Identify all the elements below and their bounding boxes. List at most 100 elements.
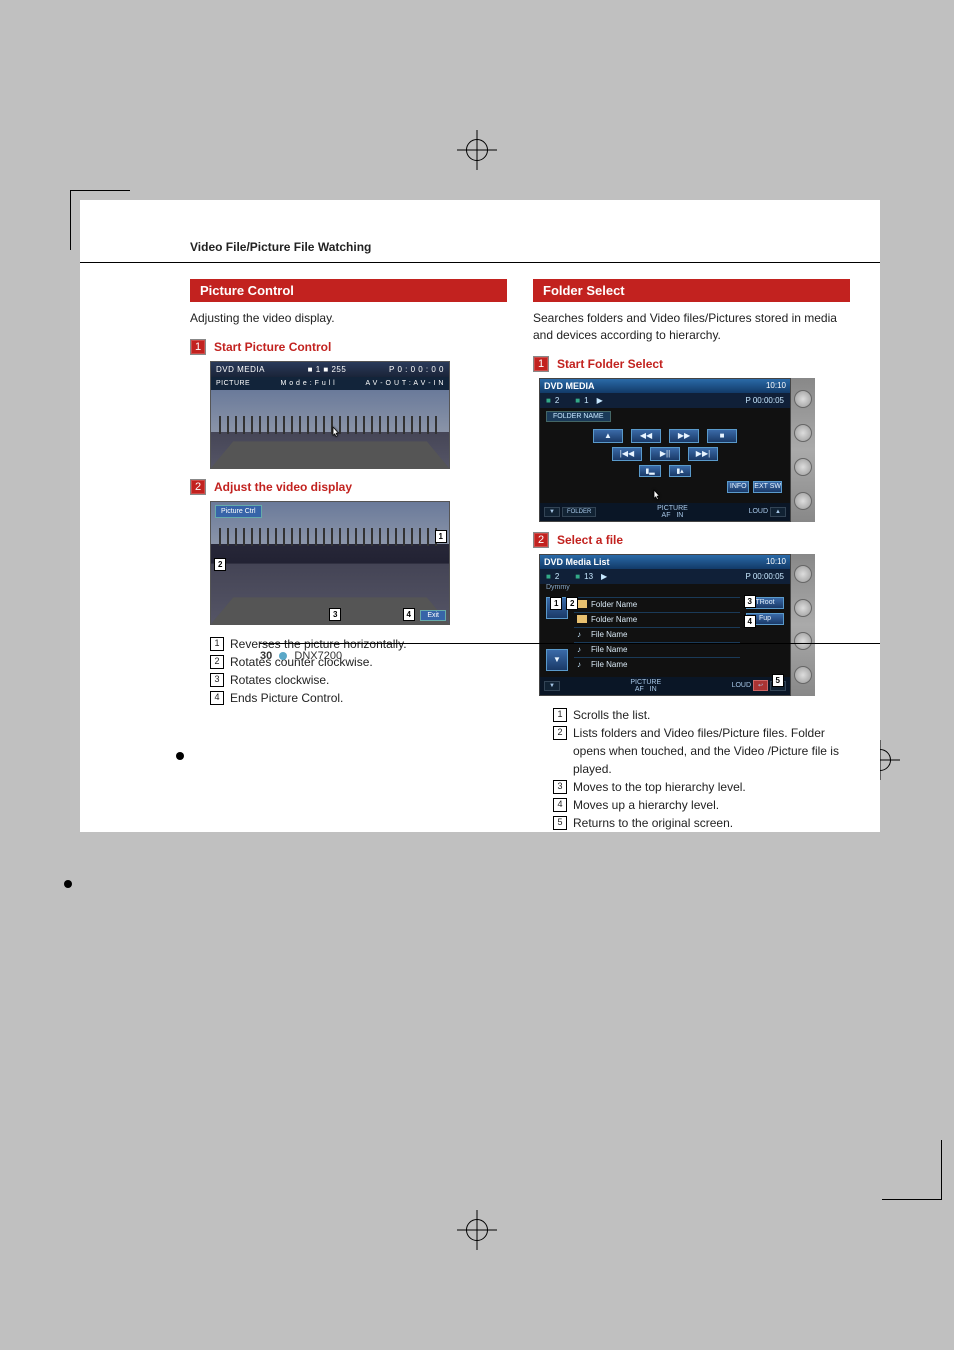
status-time: P 00:00:05 [745,572,784,581]
section-breadcrumb: Video File/Picture File Watching [80,200,880,263]
step-1-right: 1 Start Folder Select [533,356,850,372]
bottom-strip: ▼ PICTURE AF IN LOUD ↩ ▲ [540,677,790,695]
callout-3: 3 [744,595,756,608]
status-b: 1 [584,396,588,405]
osd-mode: M o d e : F u l l [280,380,335,387]
osd-sub-bar: PICTURE M o d e : F u l l A V - O U T : … [211,377,449,390]
clock: 10:10 [766,557,786,566]
side-knob-1[interactable] [794,565,812,583]
legend-num: 3 [210,673,224,687]
exit-button[interactable]: Exit [420,610,446,621]
af-label: AF [662,512,671,519]
picture-ctrl-tab[interactable]: Picture Ctrl [215,505,262,518]
callout-5: 5 [772,674,784,687]
step-label-1: Start Picture Control [214,340,331,354]
prev-track-button[interactable]: |◀◀ [612,447,642,461]
clock: 10:10 [766,381,786,390]
screenshot-adjust-video: Picture Ctrl 2 1 3 4 Exit [210,501,450,625]
nav-down-icon[interactable]: ▼ [544,507,560,517]
screenshot-select-file: DVD Media List 10:10 ■2 ■13 ▶ P 00:00:05… [539,554,815,696]
legend-right: 1Scrolls the list. 2Lists folders and Vi… [533,706,850,832]
step-number-1: 1 [190,339,206,355]
af-label: AF [635,686,644,693]
list-item[interactable]: Folder Name [574,597,740,611]
page: Video File/Picture File Watching Picture… [80,200,880,832]
legend-text: Scrolls the list. [573,706,650,724]
dymmy-label: Dymmy [540,584,790,593]
osd-meta-right: P 0 : 0 0 : 0 0 [389,365,444,374]
osd-picture-label: PICTURE [216,380,250,387]
bullet-dot [176,752,184,760]
side-knob-2[interactable] [794,599,812,617]
folder-chip[interactable]: FOLDER [562,507,596,517]
osd-top-bar: DVD MEDIA ■ 1 ■ 255 P 0 : 0 0 : 0 0 [211,362,449,377]
callout-2: 2 [566,597,578,610]
bottom-strip: ▼ FOLDER PICTURE AF IN LOUD ▲ [540,503,790,521]
page-footer: 30 DNX7200 [260,650,880,662]
folder-name-label[interactable]: FOLDER NAME [546,411,611,422]
legend-num: 4 [553,798,567,812]
step-number-1: 1 [533,356,549,372]
loud-label: LOUD [732,682,751,689]
extsw-button[interactable]: EXT SW [753,481,782,493]
bullet-dot [64,880,72,888]
section-title-picture-control: Picture Control [190,279,507,302]
touch-cursor-icon [329,424,343,442]
callout-1: 1 [550,597,562,610]
touch-cursor-icon [650,487,664,505]
osd-title: DVD MEDIA [216,365,265,374]
legend-num: 1 [210,637,224,651]
side-knob-3[interactable] [794,458,812,476]
in-label: IN [676,512,683,519]
device-status: ■2 ■13 ▶ P 00:00:05 [540,569,790,584]
control-buttons: ▲ ◀◀ ▶▶ ■ |◀◀ ▶|| ▶▶| ▮▂ ▮▴ [540,425,790,503]
legend-num: 2 [210,655,224,669]
step-number-2: 2 [190,479,206,495]
side-knob-4[interactable] [794,492,812,510]
legend-text: Rotates clockwise. [230,671,329,689]
list-item[interactable]: File Name [574,627,740,641]
left-column: Picture Control Adjusting the video disp… [190,279,507,832]
status-a: 2 [555,396,559,405]
list-item[interactable]: Folder Name [574,612,740,626]
in-label: IN [650,686,657,693]
next-track-button[interactable]: ▶▶| [688,447,718,461]
rewind-button[interactable]: ◀◀ [631,429,661,443]
step-label-2: Select a file [557,533,623,547]
nav-down-icon[interactable]: ▼ [544,681,560,691]
play-pause-button[interactable]: ▶|| [650,447,680,461]
registration-mark-bottom [457,1210,497,1250]
picture-label: PICTURE [630,679,661,686]
step-1: 1 Start Picture Control [190,339,507,355]
back-button[interactable]: ↩ [753,680,768,691]
columns: Picture Control Adjusting the video disp… [80,279,880,832]
folder-select-intro: Searches folders and Video files/Picture… [533,310,850,344]
side-knob-4[interactable] [794,666,812,684]
folder-up-button[interactable]: ▮▴ [669,465,691,477]
forward-button[interactable]: ▶▶ [669,429,699,443]
osd-meta-left: ■ 1 ■ 255 [308,365,347,374]
model-name: DNX7200 [294,650,342,662]
callout-2: 2 [214,558,226,571]
page-number: 30 [260,650,272,662]
legend-text: Ends Picture Control. [230,689,343,707]
nav-up-icon[interactable]: ▲ [770,507,786,517]
step-2-right: 2 Select a file [533,532,850,548]
device-title: DVD MEDIA [544,381,595,391]
picture-control-intro: Adjusting the video display. [190,310,507,327]
legend-text: Moves up a hierarchy level. [573,796,719,814]
step-number-2: 2 [533,532,549,548]
stop-button[interactable]: ■ [707,429,737,443]
legend-num: 2 [553,726,567,740]
folder-down-button[interactable]: ▮▂ [639,465,661,477]
side-knob-1[interactable] [794,390,812,408]
osd-avout: A V - O U T : A V - I N [365,380,444,387]
eject-button[interactable]: ▲ [593,429,623,443]
device-side-controls [791,378,815,522]
screenshot-start-folder-select: DVD MEDIA 10:10 ■2 ■1 ▶ P 00:00:05 FOLDE… [539,378,815,522]
info-button[interactable]: INFO [727,481,749,493]
status-b: 13 [584,572,593,581]
device-side-controls [791,554,815,696]
video-preview-2: Picture Ctrl 2 1 3 4 Exit [211,502,449,624]
side-knob-2[interactable] [794,424,812,442]
